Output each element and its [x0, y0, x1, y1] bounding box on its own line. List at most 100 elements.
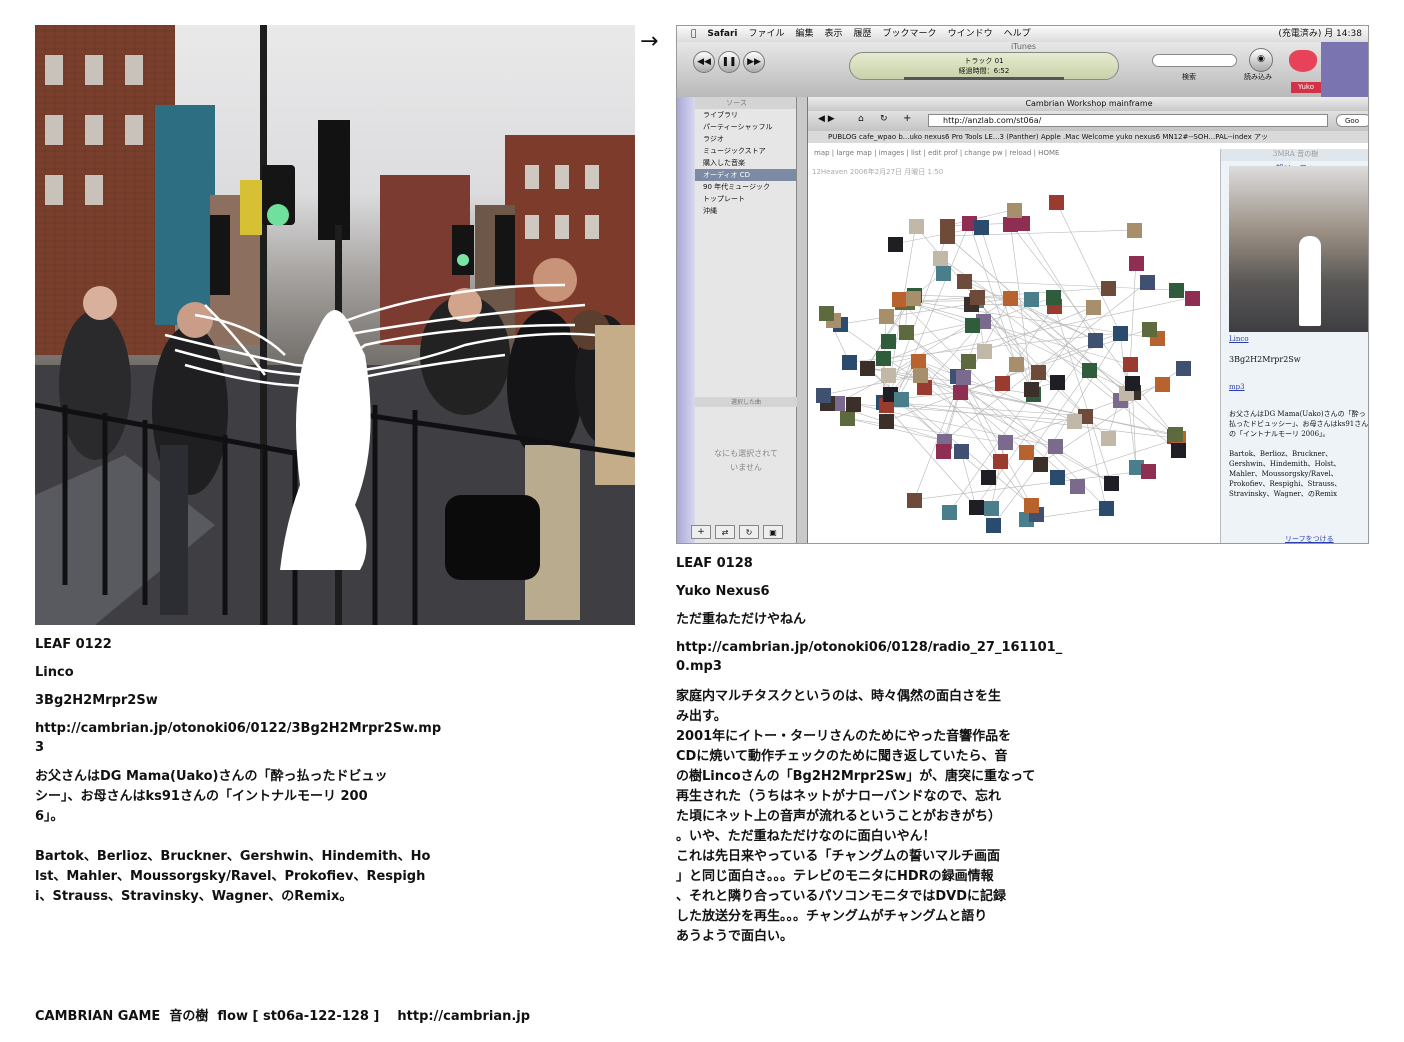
page-nav-links[interactable]: map | large map | images | list | edit p… [814, 149, 1059, 157]
leaf-thumbnail-node[interactable] [840, 411, 856, 427]
leaf-thumbnail-node[interactable] [1050, 375, 1066, 391]
leaf-thumbnail-node[interactable] [879, 414, 895, 430]
panel-mp3-link[interactable]: mp3 [1229, 383, 1245, 391]
leaf-thumbnail-node[interactable] [1024, 381, 1040, 397]
leaf-thumbnail[interactable] [1229, 166, 1368, 332]
leaf-thumbnail-node[interactable] [1175, 360, 1191, 376]
leaf-thumbnail-node[interactable] [994, 375, 1010, 391]
leaf-thumbnail-node[interactable] [881, 368, 897, 384]
leaf-thumbnail-node[interactable] [935, 444, 951, 460]
leaf-thumbnail-node[interactable] [1168, 427, 1184, 443]
menu-bookmarks[interactable]: ブックマーク [883, 26, 937, 42]
leaf-thumbnail-node[interactable] [940, 218, 956, 234]
leaf-thumbnail-node[interactable] [879, 309, 895, 325]
next-icon[interactable]: ▶▶ [743, 51, 765, 73]
leaf-thumbnail-node[interactable] [968, 499, 984, 515]
menu-history[interactable]: 履歴 [854, 26, 872, 42]
home-icon[interactable]: ⌂ [858, 114, 864, 124]
leaf-thumbnail-node[interactable] [957, 273, 973, 289]
itunes-search-input[interactable] [1152, 54, 1237, 67]
leaf-thumbnail-node[interactable] [875, 351, 891, 367]
leaf-thumbnail-node[interactable] [1085, 299, 1101, 315]
leaf-thumbnail-node[interactable] [845, 396, 861, 412]
leaf-thumbnail-node[interactable] [888, 236, 904, 252]
leaf-thumbnail-node[interactable] [980, 469, 996, 485]
leaf-thumbnail-node[interactable] [1030, 365, 1046, 381]
leaf-thumbnail-node[interactable] [984, 500, 1000, 516]
leaf-thumbnail-node[interactable] [961, 354, 977, 370]
shuffle-icon[interactable]: ⇄ [715, 525, 735, 539]
leaf-thumbnail-node[interactable] [1006, 202, 1022, 218]
leaf-thumbnail-node[interactable] [965, 317, 981, 333]
right-leaf-url-cont[interactable]: 0.mp3 [676, 658, 722, 676]
leaf-thumbnail-node[interactable] [1099, 501, 1115, 517]
leaf-thumbnail-node[interactable] [1009, 357, 1024, 373]
leaf-thumbnail-node[interactable] [985, 518, 1001, 534]
previous-icon[interactable]: ◀◀ [693, 51, 715, 73]
leaf-thumbnail-node[interactable] [1124, 376, 1140, 392]
leaf-thumbnail-node[interactable] [952, 385, 968, 401]
leaf-thumbnail-node[interactable] [1184, 290, 1200, 306]
panel-author-link[interactable]: Linco [1229, 335, 1249, 343]
leaf-thumbnail-node[interactable] [1002, 291, 1018, 307]
add-playlist-icon[interactable]: + [691, 525, 711, 539]
leaf-thumbnail-node[interactable] [997, 435, 1013, 451]
leaf-thumbnail-node[interactable] [1032, 457, 1048, 473]
leaf-thumbnail-node[interactable] [1049, 470, 1065, 486]
leaf-thumbnail-node[interactable] [859, 360, 875, 376]
add-bookmark-icon[interactable]: + [903, 113, 911, 124]
leaf-thumbnail-node[interactable] [1081, 363, 1097, 379]
leaf-thumbnail-node[interactable] [1140, 463, 1156, 479]
right-leaf-url[interactable]: http://cambrian.jp/otonoki06/0128/radio_… [676, 639, 1062, 657]
leaf-thumbnail-node[interactable] [1100, 430, 1116, 446]
back-forward-icon[interactable]: ◀ ▶ [818, 114, 835, 124]
leaf-thumbnail-node[interactable] [906, 290, 922, 306]
leaf-thumbnail-node[interactable] [891, 292, 907, 308]
pause-icon[interactable]: ❚❚ [718, 51, 740, 73]
leaf-thumbnail-node[interactable] [1103, 475, 1119, 491]
leaf-thumbnail-node[interactable] [881, 333, 897, 349]
leaf-thumbnail-node[interactable] [1087, 332, 1103, 348]
leaf-thumbnail-node[interactable] [1154, 377, 1170, 393]
artwork-icon[interactable]: ▣ [763, 525, 783, 539]
leaf-thumbnail-node[interactable] [942, 505, 958, 521]
leaf-thumbnail-node[interactable] [992, 454, 1008, 470]
apple-icon[interactable]:  [691, 26, 696, 42]
menu-file[interactable]: ファイル [748, 26, 784, 42]
bookmarks-bar[interactable]: PUBLOG cafe_wpao b...uko nexus6 Pro Tool… [808, 131, 1368, 143]
left-leaf-url[interactable]: http://cambrian.jp/otonoki06/0122/3Bg2H2… [35, 720, 441, 738]
leaf-thumbnail-node[interactable] [1003, 216, 1019, 232]
menu-window[interactable]: ウインドウ [948, 26, 993, 42]
left-leaf-url-cont[interactable]: 3 [35, 739, 44, 757]
leaf-thumbnail-node[interactable] [1139, 275, 1155, 291]
leaf-thumbnail-node[interactable] [1168, 283, 1184, 299]
leaf-thumbnail-node[interactable] [1123, 357, 1139, 373]
leaf-thumbnail-node[interactable] [973, 220, 989, 235]
leaf-thumbnail-node[interactable] [1101, 281, 1117, 296]
leaf-thumbnail-node[interactable] [1045, 290, 1061, 306]
leaf-thumbnail-node[interactable] [819, 305, 835, 321]
import-icon[interactable]: ◉ [1249, 48, 1273, 72]
leaf-thumbnail-node[interactable] [1049, 194, 1065, 210]
leaf-thumbnail-node[interactable] [912, 368, 928, 384]
menu-help[interactable]: ヘルプ [1004, 26, 1031, 42]
leaf-thumbnail-node[interactable] [1128, 255, 1144, 271]
leaf-thumbnail-node[interactable] [1024, 292, 1040, 308]
leaf-thumbnail-node[interactable] [815, 387, 831, 403]
leaf-thumbnail-node[interactable] [1066, 413, 1082, 429]
leaf-thumbnail-node[interactable] [1024, 498, 1040, 514]
leaf-thumbnail-node[interactable] [1019, 444, 1035, 460]
leaf-thumbnail-node[interactable] [933, 250, 949, 266]
attach-leaf-link[interactable]: リーフをつける [1285, 534, 1334, 543]
leaf-thumbnail-node[interactable] [1127, 223, 1143, 239]
leaf-thumbnail-node[interactable] [1047, 439, 1063, 455]
google-search-field[interactable]: Goo [1336, 114, 1368, 127]
menu-edit[interactable]: 編集 [796, 26, 814, 42]
leaf-thumbnail-node[interactable] [956, 370, 972, 386]
leaf-thumbnail-node[interactable] [898, 324, 914, 340]
leaf-thumbnail-node[interactable] [935, 266, 951, 282]
leaf-thumbnail-node[interactable] [911, 353, 927, 369]
menu-safari[interactable]: Safari [707, 26, 737, 42]
leaf-thumbnail-node[interactable] [894, 391, 910, 407]
repeat-icon[interactable]: ↻ [739, 525, 759, 539]
